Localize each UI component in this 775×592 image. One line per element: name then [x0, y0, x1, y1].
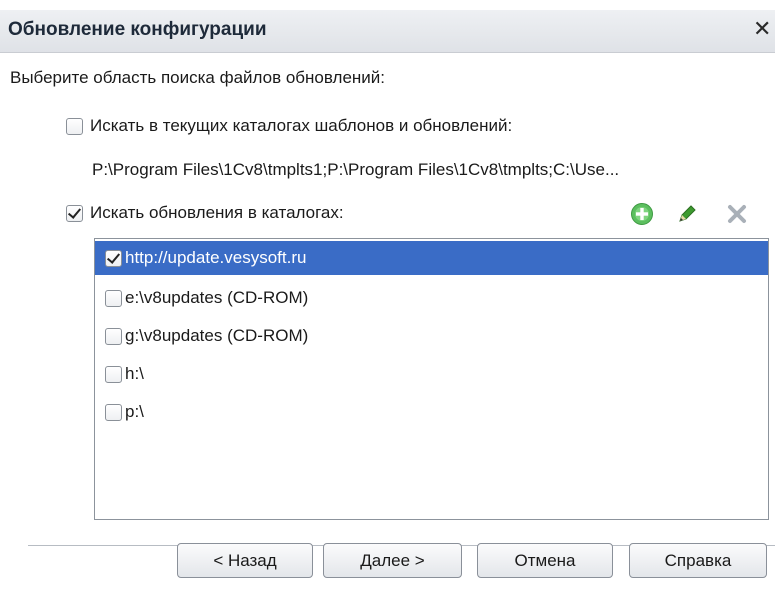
list-item-checkbox[interactable] [105, 250, 122, 267]
back-button[interactable]: < Назад [177, 543, 313, 578]
list-item[interactable]: http://update.vesysoft.ru [95, 241, 768, 275]
list-item-label: e:\v8updates (CD-ROM) [125, 288, 309, 307]
search-area-prompt: Выберите область поиска файлов обновлени… [10, 68, 386, 87]
list-item-checkbox[interactable] [105, 366, 122, 383]
list-item-label: http://update.vesysoft.ru [125, 248, 307, 267]
catalogs-list[interactable]: http://update.vesysoft.ru e:\v8updates (… [94, 238, 769, 520]
list-item-label: h:\ [125, 364, 144, 383]
list-item[interactable]: h:\ [95, 357, 768, 391]
search-templates-checkbox[interactable] [66, 118, 83, 135]
delete-icon[interactable] [725, 202, 749, 226]
close-icon[interactable]: ✕ [753, 18, 773, 40]
list-item[interactable]: e:\v8updates (CD-ROM) [95, 281, 768, 315]
add-icon[interactable] [630, 202, 654, 226]
next-button[interactable]: Далее > [323, 543, 462, 578]
title-bar: Обновление конфигурации ✕ [0, 10, 775, 53]
search-catalogs-checkbox[interactable] [66, 205, 83, 222]
list-item[interactable]: p:\ [95, 395, 768, 429]
update-configuration-dialog: Обновление конфигурации ✕ Выберите облас… [0, 0, 775, 592]
template-paths-text: P:\Program Files\1Cv8\tmplts1;P:\Program… [92, 160, 620, 179]
list-item-checkbox[interactable] [105, 404, 122, 421]
list-item-checkbox[interactable] [105, 328, 122, 345]
pencil-icon[interactable] [675, 202, 699, 226]
list-item-label: g:\v8updates (CD-ROM) [125, 326, 309, 345]
help-button[interactable]: Справка [629, 543, 767, 578]
search-catalogs-label[interactable]: Искать обновления в каталогах: [90, 203, 344, 223]
search-templates-label[interactable]: Искать в текущих каталогах шаблонов и об… [90, 116, 512, 136]
list-item[interactable]: g:\v8updates (CD-ROM) [95, 319, 768, 353]
list-item-checkbox[interactable] [105, 290, 122, 307]
cancel-button[interactable]: Отмена [477, 543, 613, 578]
dialog-title: Обновление конфигурации [8, 19, 267, 40]
list-item-label: p:\ [125, 402, 144, 421]
